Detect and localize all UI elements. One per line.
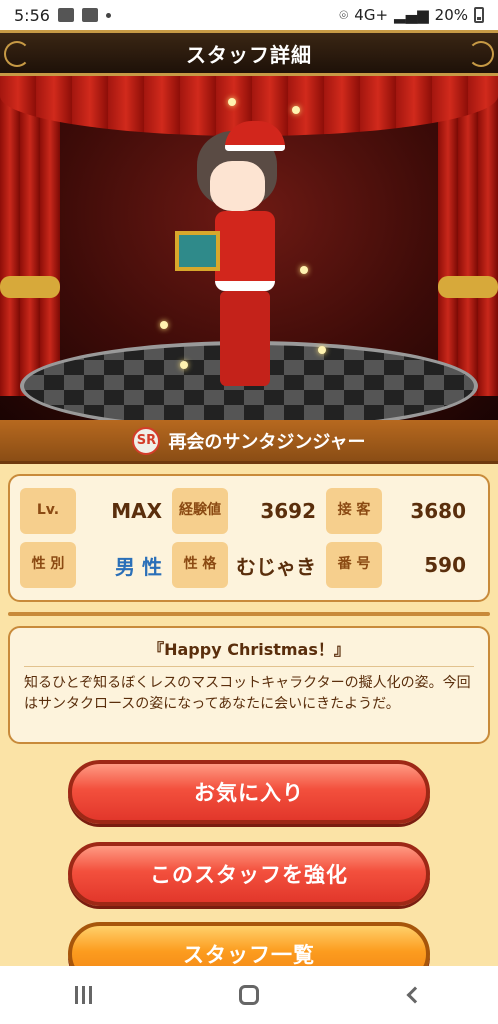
character-body <box>215 211 275 291</box>
stat-value-personality: むじゃき <box>236 554 316 579</box>
rarity-badge: SR <box>132 426 161 455</box>
recent-apps-icon <box>74 986 92 1004</box>
signal-icon: ▂▄▆ <box>394 6 429 24</box>
stats-row: 性 別 男 性 性 格 むじゃき 番 号 590 <box>20 538 478 592</box>
sparkle-icon <box>180 361 188 369</box>
battery-icon <box>474 7 484 23</box>
home-icon <box>239 985 259 1005</box>
status-time: 5:56 <box>14 5 50 25</box>
stat-value-level: MAX <box>111 499 162 523</box>
stats-panel: Lv. MAX 経験値 3692 接 客 3680 性 別 男 性 性 格 むじ… <box>8 474 490 602</box>
curtain-right <box>438 76 498 396</box>
network-label: 4G+ <box>354 6 389 24</box>
sparkle-icon <box>228 98 236 106</box>
system-nav-bar <box>0 966 498 1024</box>
ornament-left-icon <box>4 41 30 67</box>
character-legs <box>220 291 270 386</box>
sparkle-icon <box>160 321 168 329</box>
stats-row: Lv. MAX 経験値 3692 接 客 3680 <box>20 484 478 538</box>
character-illustration <box>175 121 325 401</box>
stat-value-exp: 3692 <box>260 499 316 523</box>
character-face <box>210 161 265 211</box>
status-bar: 5:56 ⌾ 4G+ ▂▄▆ 20% <box>0 0 498 30</box>
stat-value-number: 590 <box>424 553 466 577</box>
enhance-staff-button[interactable]: このスタッフを強化 <box>68 842 430 906</box>
page-title: スタッフ詳細 <box>186 42 312 67</box>
divider <box>8 612 490 616</box>
description-panel: 『Happy Christmas！』 知るひとぞ知るぼくレスのマスコットキャラク… <box>8 626 490 744</box>
stat-value-service: 3680 <box>410 499 466 523</box>
stat-label-gender: 性 別 <box>20 542 76 588</box>
staff-name-banner: SR 再会のサンタジンジャー <box>0 420 498 464</box>
curtain-left <box>0 76 60 396</box>
favorite-button[interactable]: お気に入り <box>68 760 430 824</box>
santa-hat <box>225 121 285 151</box>
description-title: 『Happy Christmas！』 <box>24 636 474 667</box>
stat-label-exp: 経験値 <box>172 488 228 534</box>
details-content: Lv. MAX 経験値 3692 接 客 3680 性 別 男 性 性 格 むじ… <box>0 464 498 986</box>
stat-label-number: 番 号 <box>326 542 382 588</box>
back-button[interactable] <box>385 975 445 1015</box>
gift-box-icon <box>175 231 220 271</box>
app-notification-icon <box>81 8 98 22</box>
back-icon <box>406 986 424 1004</box>
character-stage <box>0 76 498 420</box>
recent-apps-button[interactable] <box>53 975 113 1015</box>
stat-label-level: Lv. <box>20 488 76 534</box>
staff-name: 再会のサンタジンジャー <box>168 431 366 453</box>
sparkle-icon <box>318 346 326 354</box>
description-text: 知るひとぞ知るぼくレスのマスコットキャラクターの擬人化の姿。今回はサンタクロース… <box>24 675 471 712</box>
curtain-tieback-right <box>438 276 498 298</box>
stat-label-personality: 性 格 <box>172 542 228 588</box>
home-button[interactable] <box>219 975 279 1015</box>
title-bar: スタッフ詳細 <box>0 30 498 76</box>
more-notifications-icon <box>105 12 111 18</box>
stat-value-gender: 男 性 <box>115 554 162 579</box>
location-icon: ⌾ <box>339 6 349 24</box>
stat-label-service: 接 客 <box>326 488 382 534</box>
battery-level: 20% <box>434 6 468 24</box>
gallery-icon <box>57 8 74 22</box>
curtain-tieback-left <box>0 276 60 298</box>
ornament-right-icon <box>468 41 494 67</box>
sparkle-icon <box>292 106 300 114</box>
sparkle-icon <box>300 266 308 274</box>
